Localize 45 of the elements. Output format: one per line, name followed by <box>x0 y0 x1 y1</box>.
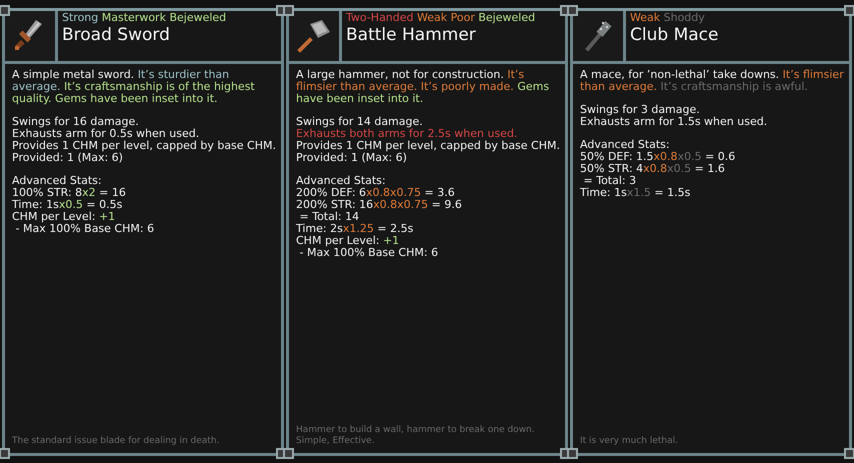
corner-knob <box>0 5 10 16</box>
effect-text: Swings for 3 damage. <box>580 104 701 116</box>
stat-line: Time: 2sx1.25 = 2.5s <box>296 223 414 235</box>
item-quality: Two-Handed Weak Poor Bejeweled <box>346 11 536 24</box>
stat-line: CHM per Level: +1 <box>12 211 116 223</box>
effect-text: Exhausts arm for 1.5s when used. <box>580 116 768 128</box>
stat-line: 50% DEF: 1.5x0.8x0.5 = 0.6 <box>580 151 736 163</box>
flavor-text: Hammer to build a wall, hammer to break one down. Simple, Effective. <box>295 425 536 448</box>
item-name: Battle Hammer <box>346 24 477 46</box>
item-description: A mace, for ’non-lethal’ take downs. It’s flimsier than average. It’s craftsmanship is awful. <box>580 69 845 93</box>
corner-knob <box>283 448 294 459</box>
corner-knob <box>567 448 578 459</box>
flavor-text: It is very much lethal. <box>579 436 679 448</box>
flavor-text: The standard issue blade for dealing in death. <box>11 436 220 448</box>
stat-line: 200% DEF: 6x0.8x0.75 = 3.6 <box>296 187 456 199</box>
effect-text: Provides 1 CHM per level, capped by base CHM. Provided: 1 (Max: 6) <box>12 140 277 164</box>
item-name: Club Mace <box>630 24 718 46</box>
effect-text: Provides 1 CHM per level, capped by base CHM. Provided: 1 (Max: 6) <box>296 140 561 164</box>
stat-line: - Max 100% Base CHM: 6 <box>14 223 156 235</box>
corner-knob <box>844 5 854 16</box>
effect-text: Swings for 16 damage. <box>12 116 140 128</box>
section-heading: Advanced Stats: <box>296 175 387 187</box>
stat-line: = Total: 3 <box>582 175 638 187</box>
effect-text: Swings for 14 damage. <box>296 116 424 128</box>
stat-line: - Max 100% Base CHM: 6 <box>298 247 440 259</box>
stat-line: 50% STR: 4x0.8x0.5 = 1.6 <box>580 163 726 175</box>
corner-knob <box>844 448 854 459</box>
stat-line: 100% STR: 8x2 = 16 <box>12 187 127 199</box>
stat-line: Time: 1sx0.5 = 0.5s <box>12 199 124 211</box>
stat-line: = Total: 14 <box>298 211 360 223</box>
corner-knob <box>283 5 294 16</box>
item-quality: Weak Shoddy <box>630 11 706 24</box>
item-description: A large hammer, not for construction. It’s flimsier than average. It’s poorly made. Gems have been inset into it. <box>296 69 550 105</box>
item-quality: Strong Masterwork Bejeweled <box>62 11 226 24</box>
corner-knob <box>0 448 10 459</box>
effect-text: Exhausts arm for 0.5s when used. <box>12 128 200 140</box>
section-heading: Advanced Stats: <box>580 139 671 151</box>
section-heading: Advanced Stats: <box>12 175 103 187</box>
item-name: Broad Sword <box>62 24 171 46</box>
stat-line: Time: 1sx1.5 = 1.5s <box>580 187 692 199</box>
stat-line: CHM per Level: +1 <box>296 235 400 247</box>
stat-line: 200% STR: 16x0.8x0.75 = 9.6 <box>296 199 463 211</box>
corner-knob <box>567 5 578 16</box>
item-description: A simple metal sword. It’s sturdier than average. It’s craftsmanship is of the highest quality. Gems have been inset into it. <box>12 69 256 105</box>
effect-text: Exhausts both arms for 2.5s when used. <box>296 128 518 140</box>
